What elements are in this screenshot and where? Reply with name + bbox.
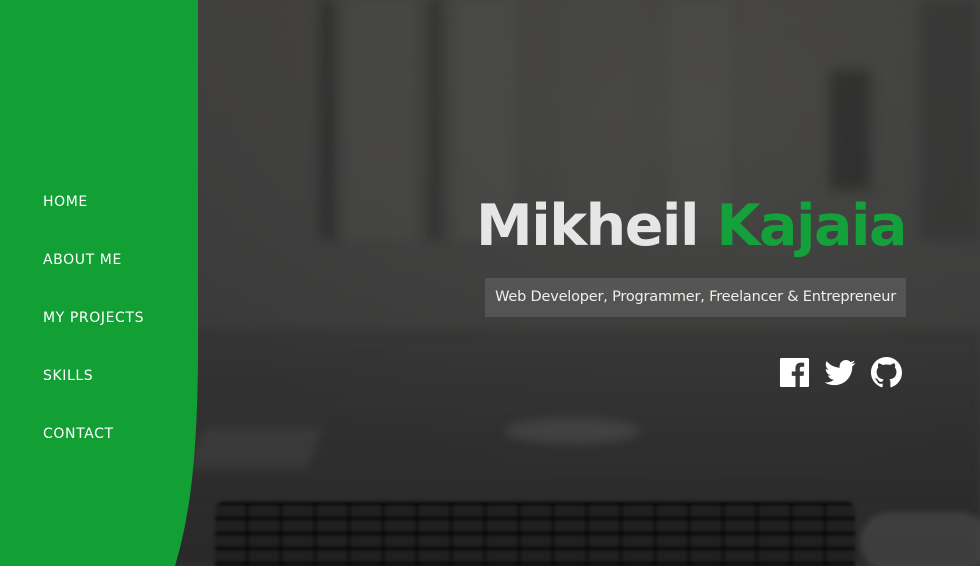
- hero-first-name: Mikheil: [476, 193, 699, 259]
- hero-name: Mikheil Kajaia: [476, 193, 907, 259]
- twitter-icon: [825, 359, 856, 386]
- facebook-icon: [779, 357, 810, 388]
- nav-item-contact: CONTACT: [43, 424, 144, 482]
- nav-link-home[interactable]: HOME: [43, 192, 88, 212]
- nav-link-about[interactable]: ABOUT ME: [43, 250, 122, 270]
- nav-item-projects: MY PROJECTS: [43, 308, 144, 366]
- hero: Mikheil Kajaia Web Developer, Programmer…: [476, 193, 907, 388]
- github-link[interactable]: [871, 357, 902, 388]
- nav-item-skills: SKILLS: [43, 366, 144, 424]
- nav-link-contact[interactable]: CONTACT: [43, 424, 114, 444]
- nav-link-skills[interactable]: SKILLS: [43, 366, 93, 386]
- page: HOME ABOUT ME MY PROJECTS SKILLS CONTACT…: [0, 0, 980, 566]
- hero-tagline: Web Developer, Programmer, Freelancer & …: [485, 278, 906, 317]
- social-links: [476, 357, 906, 388]
- nav-link-projects[interactable]: MY PROJECTS: [43, 308, 144, 328]
- nav-item-home: HOME: [43, 192, 144, 250]
- github-icon: [871, 357, 902, 388]
- hero-last-name: Kajaia: [716, 193, 907, 259]
- nav-item-about: ABOUT ME: [43, 250, 144, 308]
- main-nav: HOME ABOUT ME MY PROJECTS SKILLS CONTACT: [43, 192, 144, 482]
- twitter-link[interactable]: [825, 357, 856, 388]
- facebook-link[interactable]: [779, 357, 810, 388]
